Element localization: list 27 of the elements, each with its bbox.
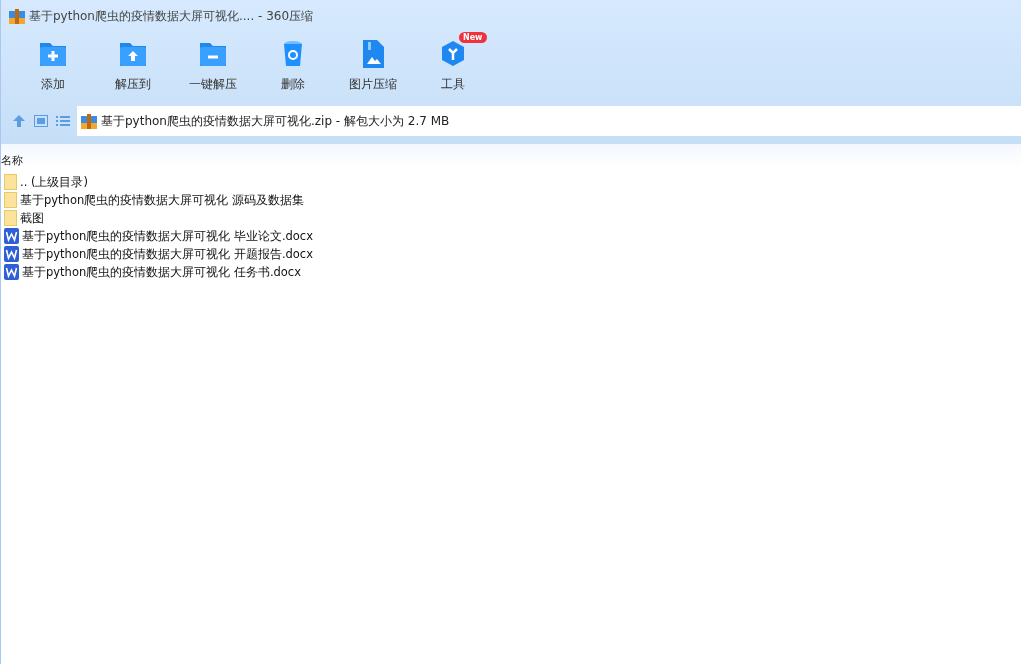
zip-file-icon xyxy=(81,113,97,129)
file-name[interactable]: 基于python爬虫的疫情数据大屏可视化 开题报告.docx xyxy=(22,246,313,262)
address-bar[interactable]: 基于python爬虫的疫情数据大屏可视化.zip - 解包大小为 2.7 MB xyxy=(77,106,1021,136)
thumbnail-view-icon[interactable] xyxy=(33,113,49,129)
toolbar-button[interactable]: 一键解压 xyxy=(173,32,253,106)
toolbar-button[interactable]: 删除 xyxy=(253,32,333,106)
list-view-icon[interactable] xyxy=(55,113,71,129)
file-name[interactable]: 基于python爬虫的疫情数据大屏可视化 任务书.docx xyxy=(22,264,301,280)
toolbar-button[interactable]: New 工具 xyxy=(413,32,493,106)
folder-icon xyxy=(4,174,17,190)
word-document-icon xyxy=(4,246,19,262)
toolbar-button[interactable]: 图片压缩 xyxy=(333,32,413,106)
window-title: 基于python爬虫的疫情数据大屏可视化.... - 360压缩 xyxy=(29,7,314,25)
word-document-icon xyxy=(4,264,19,280)
file-name[interactable]: 基于python爬虫的疫情数据大屏可视化 源码及数据集 xyxy=(20,192,304,208)
folder-icon xyxy=(4,192,17,208)
toolbar-button[interactable]: 解压到 xyxy=(93,32,173,106)
archive-icon xyxy=(9,8,25,24)
word-document-icon xyxy=(4,228,19,244)
file-name[interactable]: 截图 xyxy=(20,210,44,226)
folder-icon xyxy=(4,210,17,226)
up-arrow-icon[interactable] xyxy=(11,113,27,129)
column-header[interactable]: 名称 xyxy=(1,153,23,168)
new-badge: New xyxy=(459,32,487,43)
file-name[interactable]: 基于python爬虫的疫情数据大屏可视化 毕业论文.docx xyxy=(22,228,313,244)
file-name[interactable]: .. (上级目录) xyxy=(20,174,88,190)
toolbar-button[interactable]: 添加 xyxy=(13,32,93,106)
